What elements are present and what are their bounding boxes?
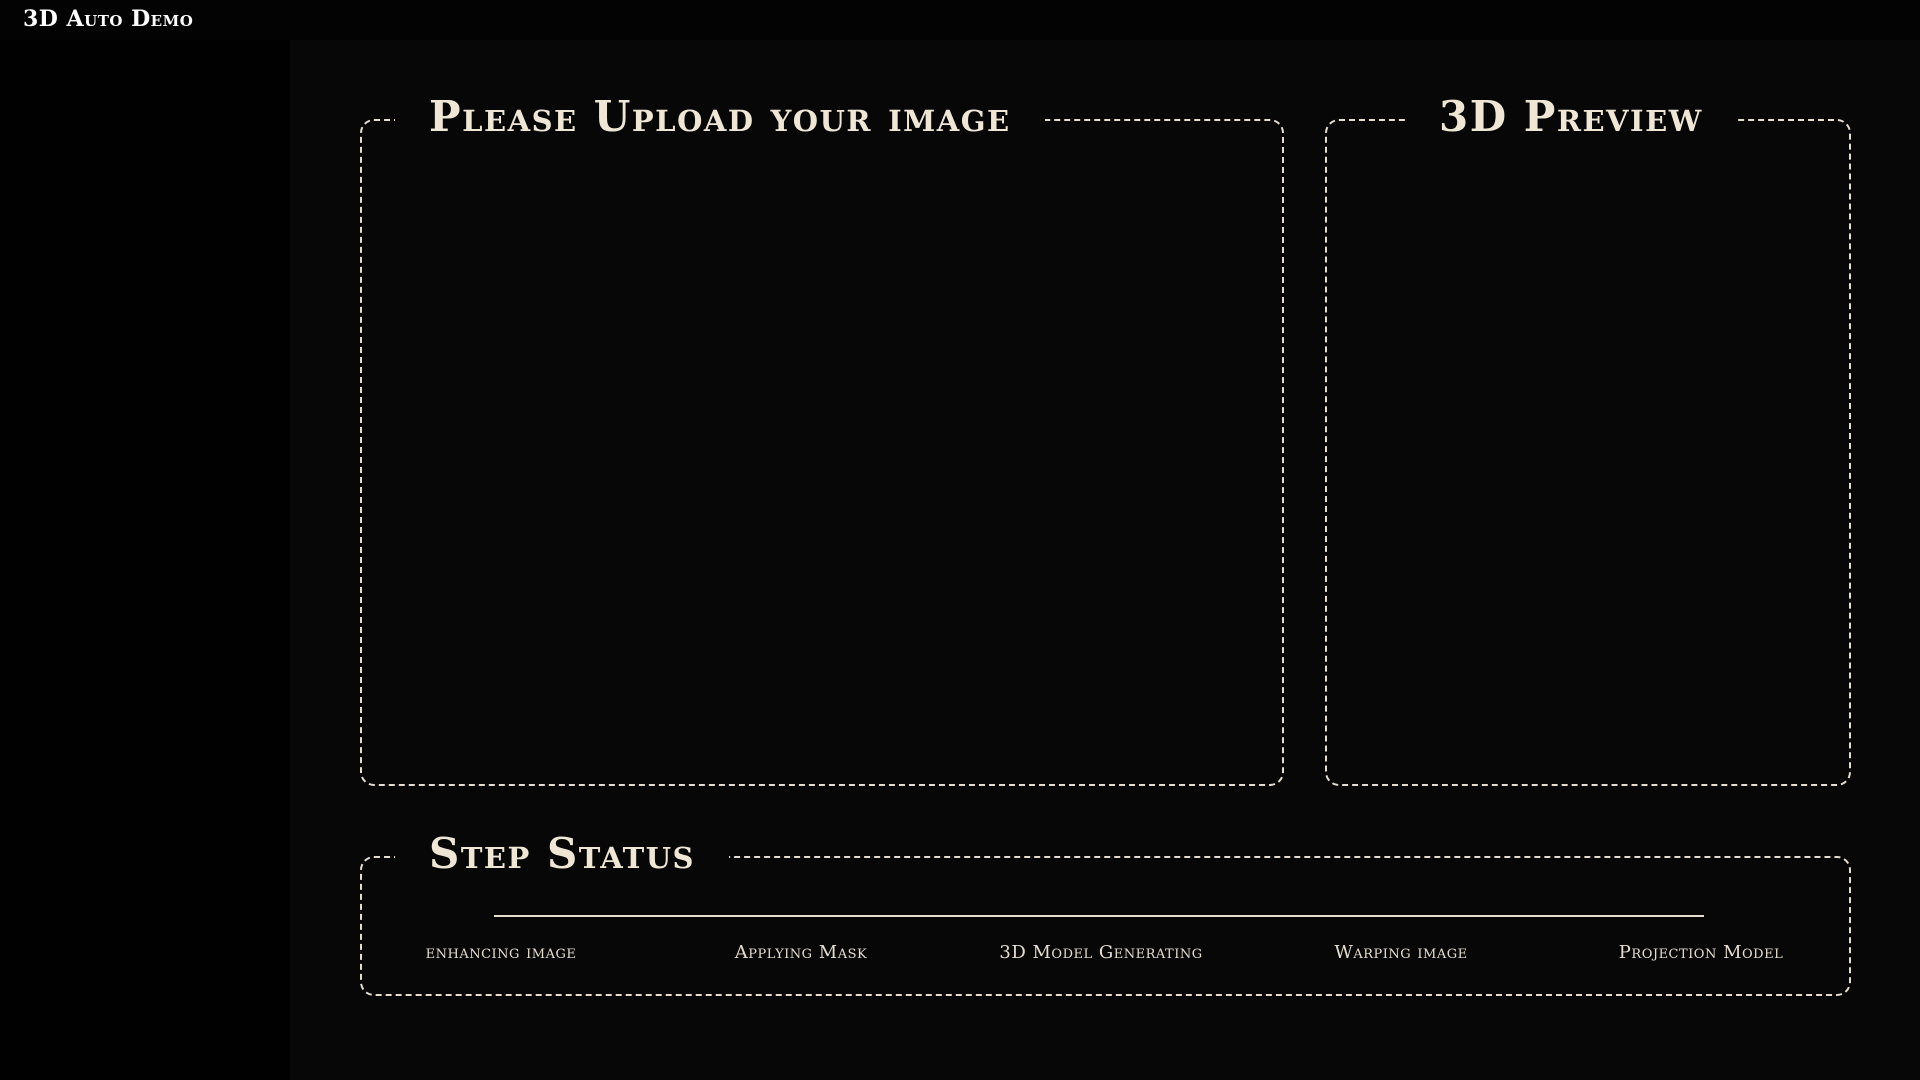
preview-panel-title: 3D Preview — [1405, 89, 1737, 145]
image-upload-dropzone[interactable]: Please Upload your image — [360, 89, 1284, 786]
progress-track — [494, 915, 1704, 917]
sidebar — [0, 40, 290, 1080]
step-warping-image: Warping image — [1334, 942, 1468, 963]
top-bar: 3D Auto Demo — [0, 0, 1920, 40]
step-3d-model-generating: 3D Model Generating — [999, 942, 1203, 963]
step-list: enhancing image Applying Mask 3D Model G… — [362, 942, 1849, 966]
app-title: 3D Auto Demo — [23, 6, 194, 32]
status-panel-title: Step Status — [395, 826, 729, 882]
step-projection-model: Projection Model — [1618, 942, 1784, 963]
upload-panel-title: Please Upload your image — [395, 89, 1045, 145]
step-status-panel: Step Status enhancing image Applying Mas… — [360, 826, 1851, 996]
app-window: 3D Auto Demo Please Upload your image 3D… — [0, 0, 1920, 1080]
step-applying-mask: Applying Mask — [734, 942, 868, 963]
step-enhancing-image: enhancing image — [425, 942, 577, 963]
3d-preview-panel[interactable]: 3D Preview — [1325, 89, 1851, 786]
